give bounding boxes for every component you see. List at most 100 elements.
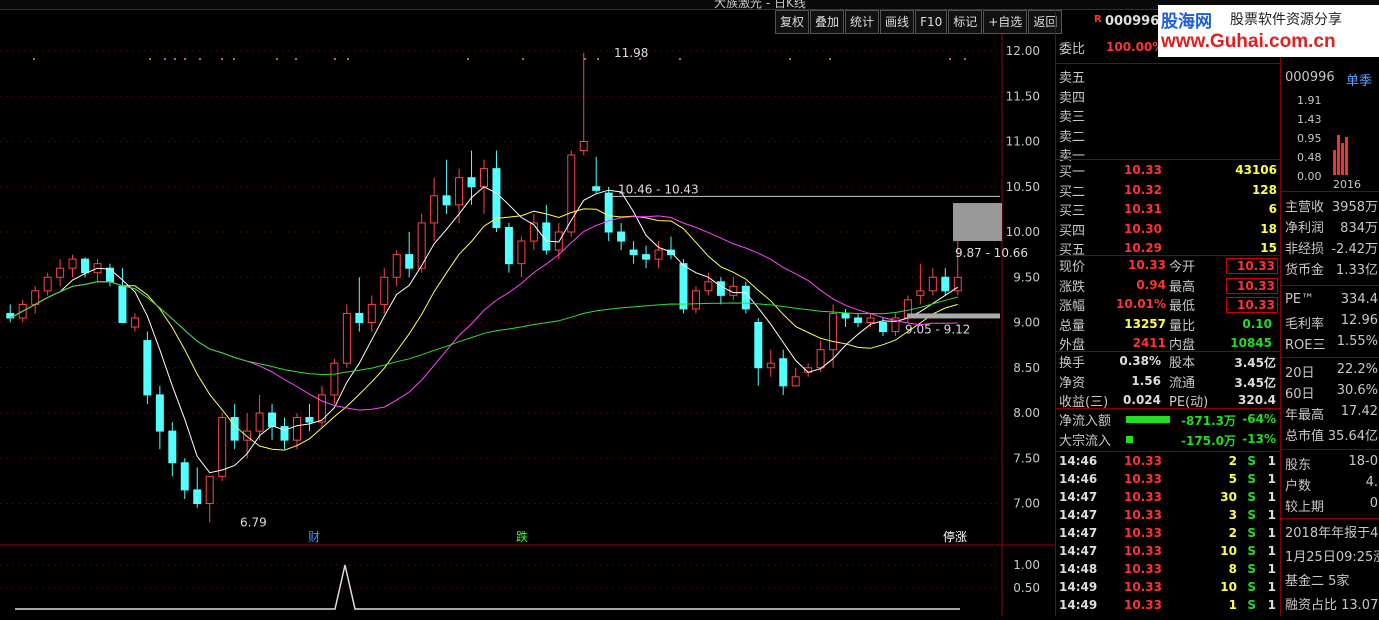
event-marker-0[interactable]: 财 xyxy=(308,530,320,544)
tick-volume: 10 xyxy=(1220,580,1237,594)
side-metric-label: 非经损 xyxy=(1285,242,1325,257)
stat2-label: 流通 xyxy=(1169,375,1196,391)
separator xyxy=(1056,408,1280,409)
candle-body xyxy=(941,276,950,292)
side-metric-value: 17.42 xyxy=(1340,404,1378,419)
separator xyxy=(1056,159,1280,160)
tab-quarter[interactable]: 单季 xyxy=(1346,70,1372,89)
sub-y-tick-label: 0.50 xyxy=(1013,581,1040,595)
signal-dot xyxy=(789,58,791,60)
stat-value: 10.33 xyxy=(1226,277,1278,294)
tick-price: 10.33 xyxy=(1124,562,1162,576)
tick-volume: 30 xyxy=(1220,490,1237,504)
candle-body xyxy=(193,489,202,504)
sell-level-label: 卖四 xyxy=(1059,90,1086,106)
toolbar-button-1[interactable]: 叠加 xyxy=(810,10,845,34)
buy-level-price: 10.31 xyxy=(1124,202,1162,216)
side-metric-label: 60日 xyxy=(1285,387,1315,402)
logo-url: www.Guhai.com.cn xyxy=(1161,31,1336,52)
ma-line-5 xyxy=(9,186,959,474)
tick-time: 14:46 xyxy=(1059,472,1098,486)
candle-body xyxy=(629,249,638,256)
toolbar-button-4[interactable]: F10 xyxy=(915,10,948,34)
tick-count: 1 xyxy=(1267,598,1276,612)
candle-body xyxy=(716,281,725,296)
zone-box xyxy=(953,203,1002,242)
candle-body xyxy=(6,312,15,319)
stat-label: 最低 xyxy=(1169,299,1196,314)
candle-body xyxy=(617,231,626,242)
candle-body xyxy=(542,222,551,251)
stat-value: 2411 xyxy=(1132,336,1166,350)
tick-side: S xyxy=(1247,472,1256,486)
candle-body xyxy=(268,412,277,428)
signal-dot xyxy=(522,58,524,60)
tick-volume: 10 xyxy=(1220,544,1237,558)
tick-side: S xyxy=(1247,562,1256,576)
buy-level-price: 10.29 xyxy=(1124,241,1162,255)
stat-value: 10.33 xyxy=(1128,258,1166,272)
y-tick-label: 7.50 xyxy=(1013,451,1040,465)
toolbar-button-5[interactable]: 标记 xyxy=(948,10,983,34)
event-marker-1[interactable]: 跌 xyxy=(516,529,528,544)
toolbar-button-0[interactable]: 复权 xyxy=(775,10,810,34)
side-note: 融资占比 13.07 xyxy=(1285,598,1379,613)
sell-level-label: 卖五 xyxy=(1059,71,1086,86)
candle-body xyxy=(430,195,439,224)
buy-level-volume: 6 xyxy=(1268,202,1277,216)
signal-dot xyxy=(164,58,166,60)
candle-body xyxy=(31,290,40,305)
stat2-value: 1.56 xyxy=(1131,373,1161,388)
side-code: 000996 xyxy=(1285,70,1335,85)
kline-chart[interactable]: 12.00 11.50 11.00 10.50 10.00 9.50 9.00 8.50 8.0… xyxy=(0,34,1055,616)
range-annotation-3: 9.05 - 9.12 xyxy=(905,323,970,337)
signal-dot xyxy=(679,58,681,60)
toolbar-button-6[interactable]: +自选 xyxy=(983,10,1028,34)
side-metric-value: 30.6% xyxy=(1336,383,1378,398)
candle-body xyxy=(604,192,613,233)
chart-toolbar: 复权 叠加 统计 画线 F10 标记 +自选 返回 xyxy=(775,10,1063,34)
event-marker-2[interactable]: 停涨 xyxy=(943,529,967,544)
signal-dot xyxy=(233,58,235,60)
signal-dot xyxy=(334,58,336,60)
tick-time: 14:46 xyxy=(1059,454,1098,468)
separator xyxy=(1281,449,1379,450)
tick-count: 1 xyxy=(1267,526,1276,540)
toolbar-button-2[interactable]: 统计 xyxy=(845,10,880,34)
buy-level-price: 10.33 xyxy=(1124,163,1162,177)
kline-svg[interactable]: 12.00 11.50 11.00 10.50 10.00 9.50 9.00 8.50 8.0… xyxy=(0,34,1055,616)
tick-price: 10.33 xyxy=(1124,598,1162,612)
stat2-value: 0.024 xyxy=(1123,393,1161,407)
candle-body xyxy=(480,168,488,188)
side-metric-value: 22.2% xyxy=(1336,362,1378,377)
tick-count: 1 xyxy=(1267,544,1276,558)
signal-dot xyxy=(467,58,469,60)
y-tick-label: 9.00 xyxy=(1013,316,1040,330)
tick-price: 10.33 xyxy=(1124,544,1162,558)
candle-body xyxy=(230,417,239,441)
candle-body xyxy=(292,417,301,441)
buy-level-label: 买三 xyxy=(1059,204,1086,219)
candle-body xyxy=(467,177,476,188)
toolbar-button-3[interactable]: 画线 xyxy=(880,10,915,34)
side-metric-label: ROE三 xyxy=(1285,338,1326,353)
tick-time: 14:47 xyxy=(1059,490,1098,504)
buy-level-label: 买一 xyxy=(1059,165,1086,180)
candle-body xyxy=(517,240,526,265)
candle-body xyxy=(878,322,887,333)
candle-body xyxy=(280,426,289,441)
y-tick-label: 9.50 xyxy=(1013,270,1040,284)
tick-side: S xyxy=(1247,598,1256,612)
side-y-label: 1.43 xyxy=(1297,113,1322,126)
buy-level-volume: 43106 xyxy=(1235,163,1277,177)
tick-volume: 2 xyxy=(1228,454,1237,468)
separator xyxy=(1056,255,1280,256)
separator xyxy=(1281,285,1379,286)
candle-body xyxy=(255,412,264,432)
stat-value: 10.33 xyxy=(1226,258,1278,274)
flow-label: 大宗流入 xyxy=(1059,433,1112,449)
candle-body xyxy=(81,258,90,274)
range-annotation-2: 9.87 - 10.66 xyxy=(955,246,1028,260)
tick-count: 1 xyxy=(1267,508,1276,522)
stat-label: 涨跌 xyxy=(1059,279,1086,295)
